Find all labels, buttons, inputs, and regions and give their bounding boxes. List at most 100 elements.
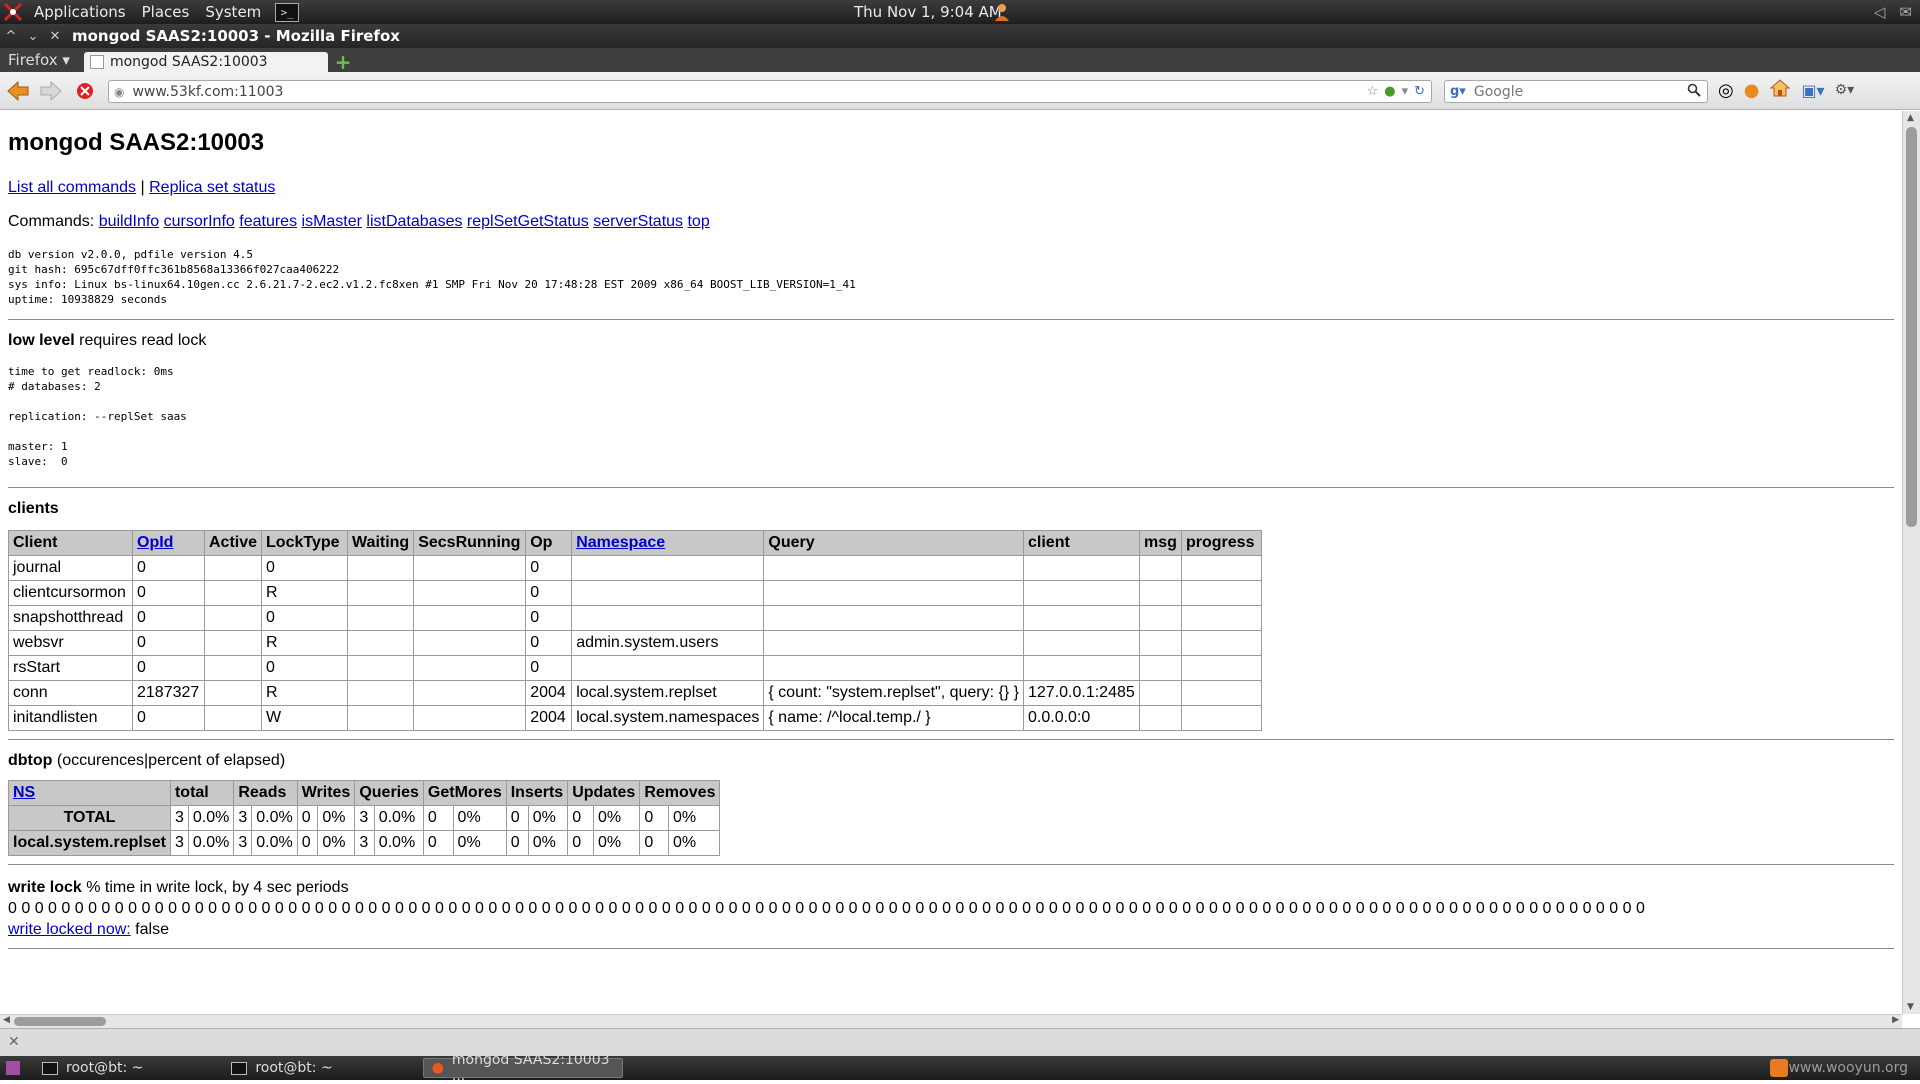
command-link-buildinfo[interactable]: buildInfo <box>99 213 160 230</box>
cell-client: clientcursormon <box>8 580 133 606</box>
scroll-up-arrow-icon[interactable]: ▲ <box>1907 113 1914 123</box>
system-menu[interactable]: System <box>197 0 269 24</box>
table-row: initandlisten 0 W 2004 local.system.namespac… <box>8 705 1262 731</box>
taskbar-item-firefox[interactable]: ● mongod SAAS2:10003 ... <box>422 1052 623 1084</box>
distro-logo-icon[interactable] <box>0 0 26 24</box>
new-tab-plus-icon[interactable]: + <box>332 50 354 74</box>
star-icon[interactable]: ☆ <box>1367 84 1379 99</box>
dbtop-table: NS total Reads Writes Queries GetMores Inserts… <box>8 780 721 856</box>
sort-by-ns-link[interactable]: NS <box>13 784 35 801</box>
window-titlebar[interactable]: ^ ⌄ ✕ mongod SAAS2:10003 - Mozilla Firef… <box>0 24 1920 48</box>
replica-set-status-link[interactable]: Replica set status <box>149 179 275 196</box>
cell-client <box>1023 580 1140 606</box>
command-link-top[interactable]: top <box>687 213 709 230</box>
cell-namespace <box>571 555 765 581</box>
magnifier-icon[interactable] <box>1687 83 1701 101</box>
cell-progress <box>1181 580 1262 606</box>
clients-col-opid[interactable]: OpId <box>132 530 205 556</box>
cell-value: 3 <box>169 805 189 831</box>
command-link-ismaster[interactable]: isMaster <box>302 213 362 230</box>
cell-value: 3 <box>233 805 253 831</box>
panel-clock[interactable]: Thu Nov 1, 9:04 AM <box>854 0 1002 24</box>
user-icon[interactable] <box>992 2 1012 22</box>
back-button[interactable] <box>3 76 33 106</box>
sys-info-line: sys info: Linux bs-linux64.10gen.cc 2.6.… <box>8 278 856 291</box>
firefox-tray-icon[interactable] <box>1770 1059 1788 1077</box>
command-link-cursorinfo[interactable]: cursorInfo <box>164 213 235 230</box>
cell-value: 0% <box>317 830 356 856</box>
command-link-replsetgetstatus[interactable]: replSetGetStatus <box>467 213 589 230</box>
cell-value: 0.0% <box>187 830 235 856</box>
vertical-scroll-thumb[interactable] <box>1906 127 1917 527</box>
home-icon[interactable] <box>1769 78 1791 102</box>
cell-locktype: 0 <box>261 605 349 631</box>
cell-locktype: 0 <box>261 655 349 681</box>
reload-icon[interactable]: ↻ <box>1414 84 1425 99</box>
window-minimize-icon[interactable]: ^ <box>0 29 22 44</box>
url-input[interactable] <box>130 82 1367 101</box>
dbtop-col-queries: Queries <box>354 780 424 806</box>
master-line: master: 1 <box>8 440 68 453</box>
clients-col-progress: progress <box>1181 530 1262 556</box>
firefox-menu-button[interactable]: Firefox ▾ <box>0 48 78 72</box>
command-link-listdatabases[interactable]: listDatabases <box>366 213 462 230</box>
firebug-icon[interactable]: ● <box>1744 80 1760 101</box>
cell-query <box>763 555 1024 581</box>
applications-menu[interactable]: Applications <box>26 0 134 24</box>
scroll-left-arrow-icon[interactable]: ◀ <box>3 1015 10 1025</box>
write-locked-now-link[interactable]: write locked now: <box>8 921 131 938</box>
find-bar-close-icon[interactable]: ✕ <box>8 1034 20 1050</box>
cell-query <box>763 655 1024 681</box>
table-row: clientcursormon 0 R 0 <box>8 580 1262 606</box>
write-lock-section: write lock % time in write lock, by 4 se… <box>8 877 1894 940</box>
command-link-features[interactable]: features <box>239 213 297 230</box>
navigation-toolbar: ◉ ☆ ● ▾ ↻ g▾ ◎ ● ▣▾ ⚙▾ <box>0 72 1920 110</box>
cell-waiting <box>347 680 415 706</box>
volume-icon[interactable]: ◁ <box>1874 3 1886 21</box>
dbtop-col-ns[interactable]: NS <box>8 780 171 806</box>
forward-button[interactable] <box>36 76 66 106</box>
places-menu[interactable]: Places <box>134 0 198 24</box>
clients-col-namespace[interactable]: Namespace <box>571 530 765 556</box>
window-maximize-icon[interactable]: ⌄ <box>22 29 44 44</box>
scroll-down-arrow-icon[interactable]: ▼ <box>1907 1002 1914 1012</box>
stop-button[interactable] <box>70 76 100 106</box>
url-bar[interactable]: ◉ ☆ ● ▾ ↻ <box>108 80 1432 103</box>
taskbar-item-terminal-2[interactable]: root@bt: ~ <box>223 1058 340 1078</box>
sort-by-opid-link[interactable]: OpId <box>137 534 173 551</box>
history-dropdown-icon[interactable]: ▾ <box>1402 84 1409 99</box>
cell-msg <box>1139 680 1182 706</box>
site-identity-icon[interactable]: ◉ <box>114 85 124 99</box>
mail-icon[interactable]: ✉ <box>1899 3 1912 21</box>
cookie-icon[interactable]: ◎ <box>1718 80 1734 101</box>
tools-icon[interactable]: ⚙▾ <box>1835 82 1855 98</box>
search-engine-google-icon[interactable]: g▾ <box>1450 84 1466 99</box>
cell-value: 0.0% <box>373 830 424 856</box>
horizontal-scroll-thumb[interactable] <box>14 1017 106 1026</box>
dbtop-subtitle: (occurences|percent of elapsed) <box>52 752 286 769</box>
clients-col-waiting: Waiting <box>347 530 415 556</box>
show-desktop-icon[interactable] <box>6 1061 20 1075</box>
terminal-launcher-icon[interactable]: >_ <box>275 2 300 22</box>
command-link-serverstatus[interactable]: serverStatus <box>593 213 683 230</box>
horizontal-scrollbar[interactable]: ◀ ▶ <box>0 1014 1902 1028</box>
section-divider <box>8 948 1894 949</box>
cell-value: 0 <box>567 830 594 856</box>
taskbar-item-terminal-1[interactable]: root@bt: ~ <box>34 1058 151 1078</box>
window-close-icon[interactable]: ✕ <box>44 29 66 44</box>
vertical-scrollbar[interactable]: ▲ ▼ <box>1902 111 1920 1014</box>
cell-op: 0 <box>525 605 573 631</box>
search-input[interactable] <box>1471 82 1687 101</box>
search-bar[interactable]: g▾ <box>1444 80 1708 103</box>
addon-status-icon[interactable]: ● <box>1384 84 1395 99</box>
bookmarks-icon[interactable]: ▣▾ <box>1801 81 1824 100</box>
sort-by-namespace-link[interactable]: Namespace <box>576 534 665 551</box>
scroll-right-arrow-icon[interactable]: ▶ <box>1892 1015 1899 1025</box>
cell-opid: 0 <box>132 630 205 656</box>
list-all-commands-link[interactable]: List all commands <box>8 179 136 196</box>
cell-client <box>1023 555 1140 581</box>
tab-mongod[interactable]: mongod SAAS2:10003 <box>83 52 328 72</box>
write-locked-now-value: false <box>130 921 169 938</box>
terminal-icon <box>42 1061 58 1075</box>
section-divider <box>8 319 1894 320</box>
